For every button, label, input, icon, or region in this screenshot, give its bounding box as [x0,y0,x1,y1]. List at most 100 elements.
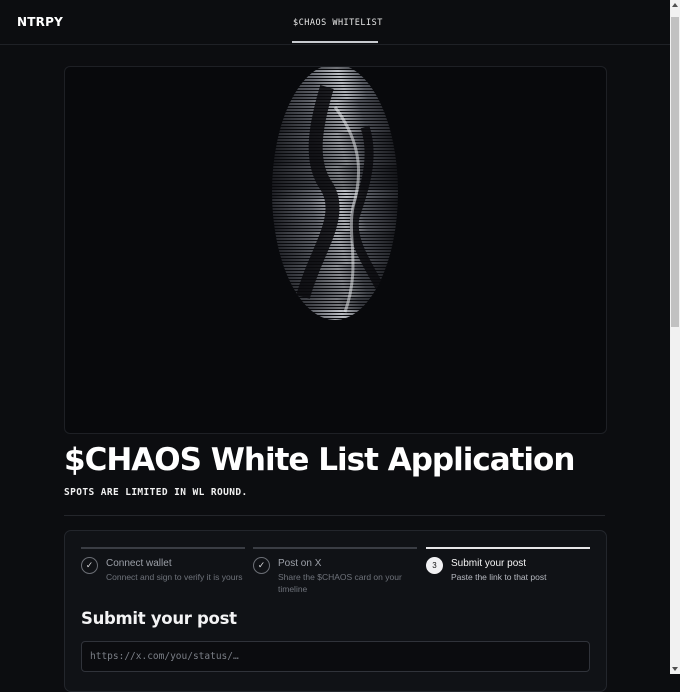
tab-chaos-whitelist[interactable]: $CHAOS WHITELIST [293,18,383,28]
coin-stripe [272,145,398,147]
coin-stripe [272,160,398,162]
step-title: Submit your post [451,558,527,569]
top-navigation-bar: NTRPY $CHAOS WHITELIST [0,0,670,45]
coin-stripe [272,88,398,90]
coin-stripe [272,316,398,318]
coin-stripe [272,73,398,75]
step-title: Connect wallet [106,558,172,569]
coin-stripe [272,127,398,129]
coin-stripe [272,121,398,123]
active-tab-indicator [292,41,378,43]
coin-stripe [272,319,398,320]
step-progress-bar [253,547,417,549]
coin-stripe [272,307,398,309]
coin-stripe [272,253,398,255]
section-divider [64,515,605,516]
coin-stripe [272,184,398,186]
coin-stripe [272,193,398,195]
step-description: Share the $CHAOS card on your timeline [278,572,402,594]
coin-stripe [272,169,398,171]
coin-stripe [272,286,398,288]
step-title: Post on X [278,558,322,569]
page-subtitle: SPOTS ARE LIMITED IN WL ROUND. [64,487,248,498]
coin-stripe [272,175,398,177]
coin-stripe [272,310,398,312]
coin-stripe [272,151,398,153]
glitch-coin-figure-image [268,67,409,327]
coin-stripe [272,76,398,78]
page-title: $CHAOS White List Application [64,442,575,478]
coin-stripe [272,241,398,243]
scroll-down-arrow-icon[interactable] [671,665,679,673]
brand-logo[interactable]: NTRPY [17,15,63,29]
check-icon: ✓ [81,557,98,574]
hero-image-panel [64,66,607,434]
coin-stripe [272,223,398,225]
coin-stripe [272,262,398,264]
step-submit-your-post[interactable]: 3 Submit your post Paste the link to tha… [426,547,590,582]
coin-stripe [272,166,398,168]
coin-stripe [272,187,398,189]
coin-stripe [272,106,398,108]
coin-stripe [272,142,398,144]
coin-stripe [272,139,398,141]
coin-stripe [272,229,398,231]
page-scrollbar[interactable] [670,0,680,674]
coin-stripe [272,301,398,303]
coin-stripe [272,250,398,252]
coin-stripe [272,163,398,165]
step-progress-bar [81,547,245,549]
coin-stripe [272,133,398,135]
submit-post-heading: Submit your post [81,609,237,628]
step-number-badge: 3 [426,557,443,574]
coin-stripe [272,97,398,99]
coin-stripe [272,271,398,273]
coin-stripe [272,259,398,261]
coin-stripe [272,283,398,285]
coin-stripe [272,91,398,93]
coin-stripe [272,67,398,69]
coin-stripe [272,172,398,174]
coin-stripe [272,247,398,249]
post-link-input[interactable] [81,641,590,672]
coin-stripe [272,112,398,114]
coin-stripe [272,154,398,156]
coin-stripe [272,103,398,105]
coin-stripe [272,109,398,111]
coin-stripe [268,322,408,324]
coin-stripe [272,265,398,267]
coin-stripe [272,136,398,138]
coin-stripe [272,289,398,291]
application-steps-card: ✓ Connect wallet Connect and sign to ver… [64,530,607,692]
scrollbar-thumb[interactable] [671,17,679,327]
coin-stripe [272,295,398,297]
coin-stripe [272,226,398,228]
coin-stripe [272,313,398,315]
step-description: Paste the link to that post [451,572,547,582]
step-post-on-x[interactable]: ✓ Post on X Share the $CHAOS card on you… [253,547,417,594]
coin-stripe [269,325,409,327]
step-description: Connect and sign to verify it is yours [106,572,243,582]
coin-stripe [272,292,398,294]
coin-stripe [272,181,398,183]
coin-stripe [272,274,398,276]
step-connect-wallet[interactable]: ✓ Connect wallet Connect and sign to ver… [81,547,245,582]
coin-stripe [272,178,398,180]
coin-stripe [272,79,398,81]
coin-stripe [272,277,398,279]
coin-stripe [272,118,398,120]
coin-stripe [272,304,398,306]
coin-stripe [272,94,398,96]
coin-stripe [272,190,398,192]
coin-stripe [272,298,398,300]
coin-stripe [272,115,398,117]
coin-stripe [272,82,398,84]
coin-stripe [272,196,398,198]
coin-stripe [272,244,398,246]
scroll-up-arrow-icon[interactable] [671,1,679,9]
coin-stripe [272,256,398,258]
coin-stripe [272,157,398,159]
coin-stripe [272,124,398,126]
coin-stripe [272,85,398,87]
check-icon: ✓ [253,557,270,574]
